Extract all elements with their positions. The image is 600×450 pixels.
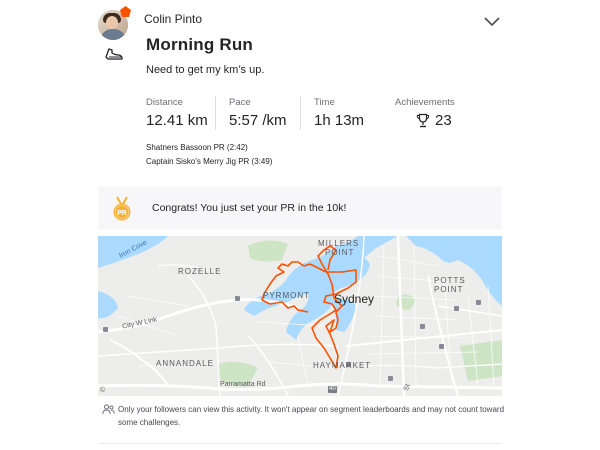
trophy-icon xyxy=(416,113,430,128)
pr-banner-text: Congrats! You just set your PR in the 10… xyxy=(152,202,347,214)
activity-title[interactable]: Morning Run xyxy=(146,35,253,55)
pace-value: 5:57 /km xyxy=(229,112,287,129)
athlete-name[interactable]: Colin Pinto xyxy=(144,12,202,26)
divider xyxy=(98,443,502,444)
map-highway-label: 40 xyxy=(329,386,336,392)
activity-description: Need to get my km’s up. xyxy=(146,64,265,76)
followers-icon xyxy=(102,404,115,415)
map-canvas xyxy=(98,236,502,396)
map-label: HAYMARKET xyxy=(313,361,372,370)
map-label: ANNANDALE xyxy=(156,359,214,368)
map-attribution[interactable]: © xyxy=(100,387,105,394)
map-label: MILLERS xyxy=(318,239,360,248)
svg-text:PR: PR xyxy=(117,210,127,217)
stat-divider xyxy=(300,96,301,130)
time-value: 1h 13m xyxy=(314,112,365,129)
medal-icon: PR xyxy=(113,197,131,221)
map-label: POINT xyxy=(434,285,464,294)
activity-card: Colin Pinto Morning Run Need to get my k… xyxy=(98,0,504,450)
map-label: PYRMONT xyxy=(263,291,310,300)
map-label: POINT xyxy=(325,248,355,257)
chevron-down-icon[interactable] xyxy=(482,14,502,30)
map-label: POTTS xyxy=(434,276,466,285)
pr-banner: PR Congrats! You just set your PR in the… xyxy=(98,186,502,230)
route-map[interactable]: MILLERS POINT ROZELLE PYRMONT Sydney POT… xyxy=(98,236,502,396)
pace-label: Pace xyxy=(229,97,251,108)
achievements-label: Achievements xyxy=(395,97,455,108)
map-label: ROZELLE xyxy=(178,267,222,276)
distance-label: Distance xyxy=(146,97,183,108)
shoe-icon xyxy=(105,48,123,60)
distance-value: 12.41 km xyxy=(146,112,208,129)
subscriber-badge-icon xyxy=(120,6,131,17)
map-road-label: Parramatta Rd xyxy=(220,381,266,388)
achievements-value[interactable]: 23 xyxy=(435,112,452,129)
segment-pr-item[interactable]: Shatners Bassoon PR (2:42) xyxy=(146,143,248,152)
privacy-notice: Only your followers can view this activi… xyxy=(118,405,505,427)
map-city-label: Sydney xyxy=(334,292,375,306)
stat-divider xyxy=(215,96,216,130)
time-label: Time xyxy=(314,97,335,108)
segment-pr-item[interactable]: Captain Sisko's Merry Jig PR (3:49) xyxy=(146,157,272,166)
